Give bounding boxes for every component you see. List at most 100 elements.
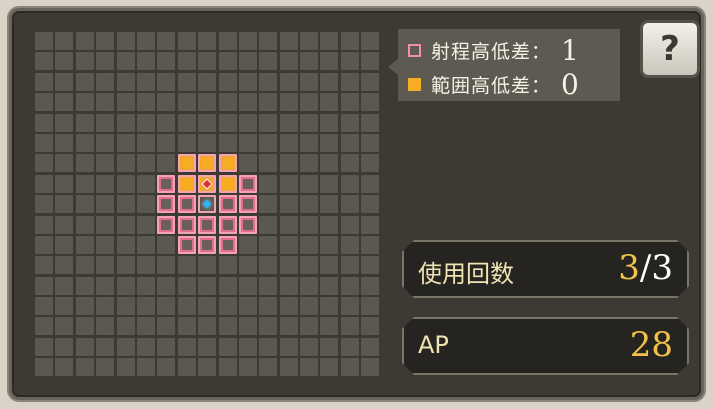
grid-cell bbox=[300, 215, 319, 234]
grid-cell bbox=[75, 154, 94, 173]
help-book-icon[interactable]: ? bbox=[640, 20, 700, 78]
grid-cell bbox=[340, 256, 359, 275]
grid-cell bbox=[96, 215, 115, 234]
grid-cell bbox=[340, 174, 359, 193]
grid-cell bbox=[116, 235, 135, 254]
grid-cell bbox=[320, 256, 339, 275]
grid-cell bbox=[218, 358, 237, 377]
grid-cell bbox=[136, 235, 155, 254]
grid-cell bbox=[35, 297, 53, 316]
grid-cell bbox=[55, 72, 74, 91]
grid-cell bbox=[340, 195, 359, 214]
grid-cell bbox=[136, 52, 155, 71]
grid-cell bbox=[96, 195, 115, 214]
grid-cell bbox=[300, 72, 319, 91]
grid-cell bbox=[35, 72, 53, 91]
grid-cell bbox=[279, 93, 298, 112]
grid-cell bbox=[96, 113, 115, 132]
grid-cell bbox=[340, 317, 359, 336]
grid-cell bbox=[55, 337, 74, 356]
grid-cell bbox=[177, 93, 196, 112]
grid-cell bbox=[300, 256, 319, 275]
grid-cell bbox=[177, 52, 196, 71]
grid-cell bbox=[320, 317, 339, 336]
area-cell bbox=[177, 154, 196, 173]
area-cell bbox=[198, 154, 217, 173]
grid-cell bbox=[55, 235, 74, 254]
grid-cell bbox=[157, 113, 176, 132]
grid-cell bbox=[157, 317, 176, 336]
grid-cell bbox=[218, 256, 237, 275]
grid-cell bbox=[75, 317, 94, 336]
range-swatch-icon bbox=[408, 43, 421, 57]
grid-cell bbox=[320, 72, 339, 91]
grid-cell bbox=[279, 297, 298, 316]
grid-cell bbox=[238, 235, 257, 254]
grid-cell bbox=[35, 358, 53, 377]
usage-count-box: 使用回数 3/3 bbox=[402, 240, 689, 298]
grid-cell bbox=[259, 174, 278, 193]
grid-cell bbox=[96, 358, 115, 377]
grid-cell bbox=[177, 276, 196, 295]
grid-cell bbox=[35, 256, 53, 275]
grid-cell bbox=[75, 195, 94, 214]
grid-cell bbox=[259, 32, 278, 50]
grid-cell bbox=[116, 256, 135, 275]
grid-cell bbox=[259, 276, 278, 295]
grid-cell bbox=[320, 276, 339, 295]
grid-cell bbox=[320, 215, 339, 234]
grid-cell bbox=[218, 32, 237, 50]
grid-cell bbox=[35, 93, 53, 112]
grid-cell bbox=[75, 174, 94, 193]
legend-range-row: 射程高低差： 1 bbox=[408, 34, 579, 67]
grid-cell bbox=[157, 276, 176, 295]
grid-cell bbox=[116, 317, 135, 336]
grid-cell bbox=[279, 52, 298, 71]
grid-cell bbox=[279, 133, 298, 152]
grid-cell bbox=[361, 235, 380, 254]
grid-cell bbox=[136, 154, 155, 173]
grid-cell bbox=[238, 93, 257, 112]
grid-cell bbox=[96, 297, 115, 316]
grid-cell bbox=[238, 113, 257, 132]
grid-cell bbox=[198, 337, 217, 356]
grid-cell bbox=[259, 113, 278, 132]
grid-cell bbox=[259, 297, 278, 316]
grid-cell bbox=[116, 133, 135, 152]
grid-cell bbox=[55, 317, 74, 336]
grid-cell bbox=[340, 276, 359, 295]
grid-cell bbox=[279, 195, 298, 214]
grid-cell bbox=[198, 32, 217, 50]
grid-cell bbox=[259, 72, 278, 91]
grid-cell bbox=[259, 52, 278, 71]
grid-cell bbox=[35, 113, 53, 132]
grid-cell bbox=[218, 72, 237, 91]
grid-cell bbox=[238, 297, 257, 316]
grid-cell bbox=[35, 52, 53, 71]
grid-cell bbox=[35, 276, 53, 295]
grid-cell bbox=[157, 337, 176, 356]
area-cell bbox=[218, 154, 237, 173]
grid-cell bbox=[259, 256, 278, 275]
grid-cell bbox=[300, 174, 319, 193]
grid-cell bbox=[300, 32, 319, 50]
grid-cell bbox=[116, 276, 135, 295]
area-height-value: 0 bbox=[561, 67, 579, 101]
grid-cell bbox=[55, 133, 74, 152]
grid-cell bbox=[300, 133, 319, 152]
grid-cell bbox=[279, 358, 298, 377]
grid-cell bbox=[218, 133, 237, 152]
grid-cell bbox=[361, 297, 380, 316]
grid-cell bbox=[136, 133, 155, 152]
grid-cell bbox=[198, 256, 217, 275]
grid-cell bbox=[96, 235, 115, 254]
grid-cell bbox=[279, 154, 298, 173]
range-cell bbox=[157, 174, 176, 193]
area-cell bbox=[218, 174, 237, 193]
grid-cell bbox=[55, 195, 74, 214]
grid-cell bbox=[136, 337, 155, 356]
area-cell bbox=[177, 174, 196, 193]
grid-cell bbox=[177, 358, 196, 377]
grid-cell bbox=[75, 93, 94, 112]
grid-cell bbox=[320, 154, 339, 173]
